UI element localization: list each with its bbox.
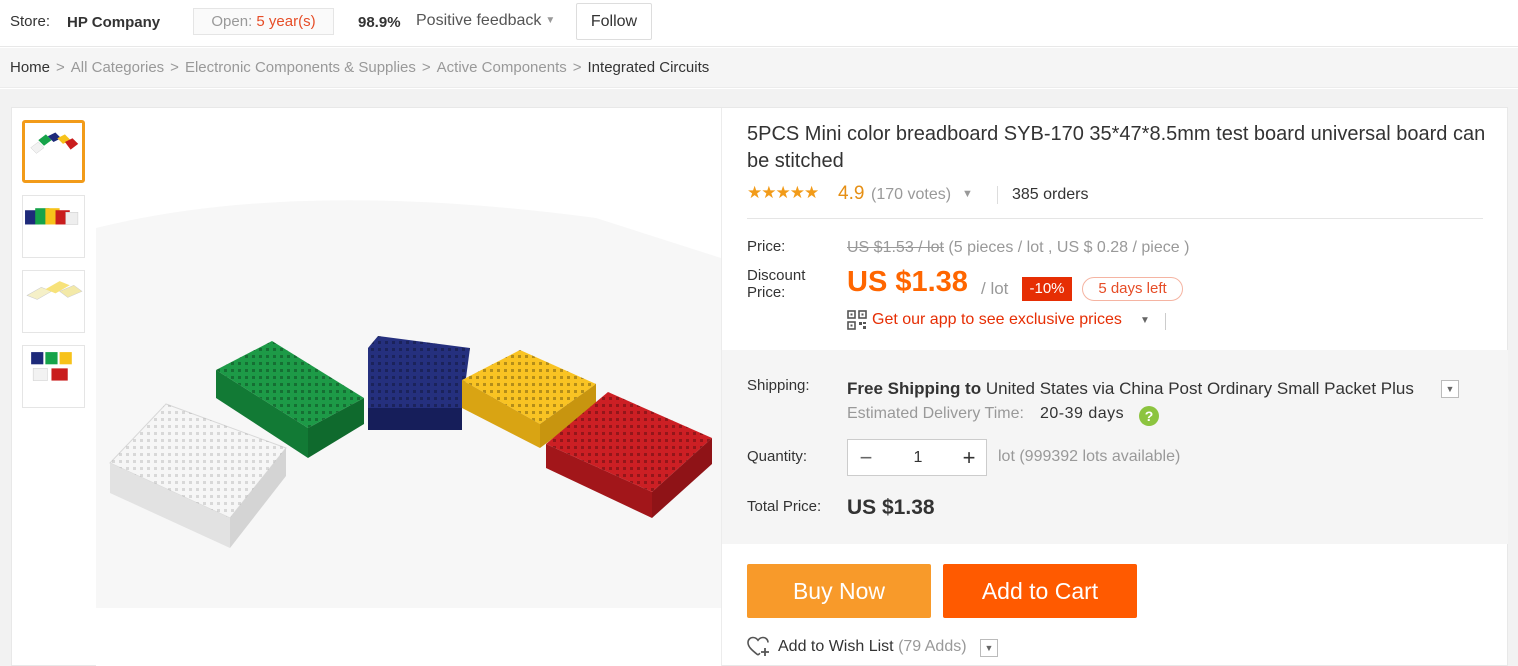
breadcrumb-active-components[interactable]: Active Components	[437, 59, 567, 76]
discount-price: US $1.38	[847, 266, 968, 298]
rating-row: ★★★★★ 4.9 (170 votes) ▼ 385 orders	[747, 183, 1089, 205]
original-price: US $1.53 / lot (5 pieces / lot , US $ 0.…	[847, 239, 1189, 257]
price-label: Price:	[747, 238, 786, 255]
store-bar: Store: HP Company Open: 5 year(s) 98.9% …	[0, 0, 1518, 47]
store-name-link[interactable]: HP Company	[67, 14, 160, 31]
feedback-percentage: 98.9%	[358, 14, 401, 31]
quantity-stepper: − 1 +	[847, 439, 987, 476]
chevron-down-icon[interactable]: ▼	[1441, 380, 1459, 398]
thumbnail-image	[23, 346, 84, 407]
discount-price-label-2: Price:	[747, 284, 786, 301]
breadcrumb-separator: >	[572, 59, 582, 76]
breadcrumb-all-categories[interactable]: All Categories	[71, 59, 164, 76]
shipping-method[interactable]: Free Shipping to United States via China…	[847, 379, 1414, 399]
discount-badge: -10%	[1022, 277, 1072, 301]
total-price-value: US $1.38	[847, 496, 935, 519]
estimated-delivery-label: Estimated Delivery Time:	[847, 405, 1024, 422]
thumbnail-3[interactable]	[22, 270, 85, 333]
total-price-label: Total Price:	[747, 498, 822, 515]
open-label: Open:	[211, 13, 253, 30]
discount-price-label-1: Discount	[747, 267, 806, 284]
thumbnail-1[interactable]	[22, 120, 85, 183]
breadboards-image	[96, 108, 721, 666]
rating-divider	[997, 186, 998, 204]
breadcrumb-bar: Home > All Categories > Electronic Component…	[0, 48, 1518, 88]
title-divider	[747, 218, 1483, 219]
add-to-wish-list-link[interactable]: Add to Wish List (79 Adds)	[778, 638, 967, 656]
qr-code-icon[interactable]	[847, 310, 867, 330]
quantity-decrease-button[interactable]: −	[848, 440, 884, 475]
rating-value: 4.9	[838, 183, 865, 204]
wish-list-adds: (79 Adds)	[898, 638, 967, 655]
follow-button[interactable]: Follow	[576, 3, 652, 40]
chevron-down-icon: ▼	[545, 15, 556, 27]
help-icon[interactable]: ?	[1139, 406, 1159, 426]
store-open-badge: Open: 5 year(s)	[193, 8, 334, 35]
original-price-value: US $1.53 / lot	[847, 239, 944, 256]
breadcrumb-separator: >	[56, 59, 65, 76]
shipping-label: Shipping:	[747, 377, 810, 394]
days-left-badge: 5 days left	[1082, 277, 1183, 301]
app-promo-link[interactable]: Get our app to see exclusive prices	[872, 311, 1122, 329]
free-shipping-text: Free Shipping to	[847, 379, 982, 398]
breadcrumb-electronic-components[interactable]: Electronic Components & Supplies	[185, 59, 416, 76]
breadcrumb: Home > All Categories > Electronic Component…	[10, 59, 709, 76]
quantity-increase-button[interactable]: +	[952, 440, 986, 475]
thumbnail-image	[23, 196, 84, 257]
main-product-image[interactable]	[96, 108, 721, 666]
feedback-label: Positive feedback	[416, 12, 542, 29]
breadcrumb-separator: >	[170, 59, 179, 76]
quantity-label: Quantity:	[747, 448, 808, 465]
votes-link[interactable]: (170 votes)	[871, 186, 951, 204]
breadcrumb-current: Integrated Circuits	[587, 59, 710, 76]
product-title: 5PCS Mini color breadboard SYB-170 35*47…	[747, 123, 1486, 172]
shipping-destination: United States via China Post Ordinary Sm…	[985, 379, 1414, 398]
quantity-available: lot (999392 lots available)	[998, 448, 1181, 465]
estimated-delivery-value: 20-39 days	[1040, 405, 1125, 422]
feedback-dropdown[interactable]: Positive feedback ▼	[416, 12, 555, 30]
thumbnail-2[interactable]	[22, 195, 85, 258]
breadcrumb-separator: >	[421, 59, 431, 76]
buy-now-button[interactable]: Buy Now	[747, 564, 931, 618]
thumbnail-4[interactable]	[22, 345, 85, 408]
star-icon[interactable]: ★★★★★	[747, 183, 819, 203]
chevron-down-icon[interactable]: ▼	[980, 639, 998, 657]
orders-count: 385 orders	[1012, 186, 1089, 203]
thumbnail-image	[25, 123, 82, 180]
app-promo-divider	[1165, 313, 1166, 330]
breadcrumb-home[interactable]: Home	[10, 59, 50, 76]
thumbnail-image	[23, 271, 84, 332]
per-lot-label: / lot	[981, 279, 1009, 298]
open-value: 5 year(s)	[256, 13, 316, 30]
unit-info: (5 pieces / lot , US $ 0.28 / piece )	[948, 239, 1190, 256]
wish-list-label: Add to Wish List	[778, 638, 894, 655]
add-to-cart-button[interactable]: Add to Cart	[943, 564, 1137, 618]
chevron-down-icon[interactable]: ▼	[962, 188, 973, 200]
chevron-down-icon[interactable]: ▼	[1140, 315, 1150, 326]
quantity-input[interactable]: 1	[884, 440, 952, 475]
heart-plus-icon[interactable]	[747, 636, 771, 658]
store-label: Store:	[10, 13, 51, 30]
